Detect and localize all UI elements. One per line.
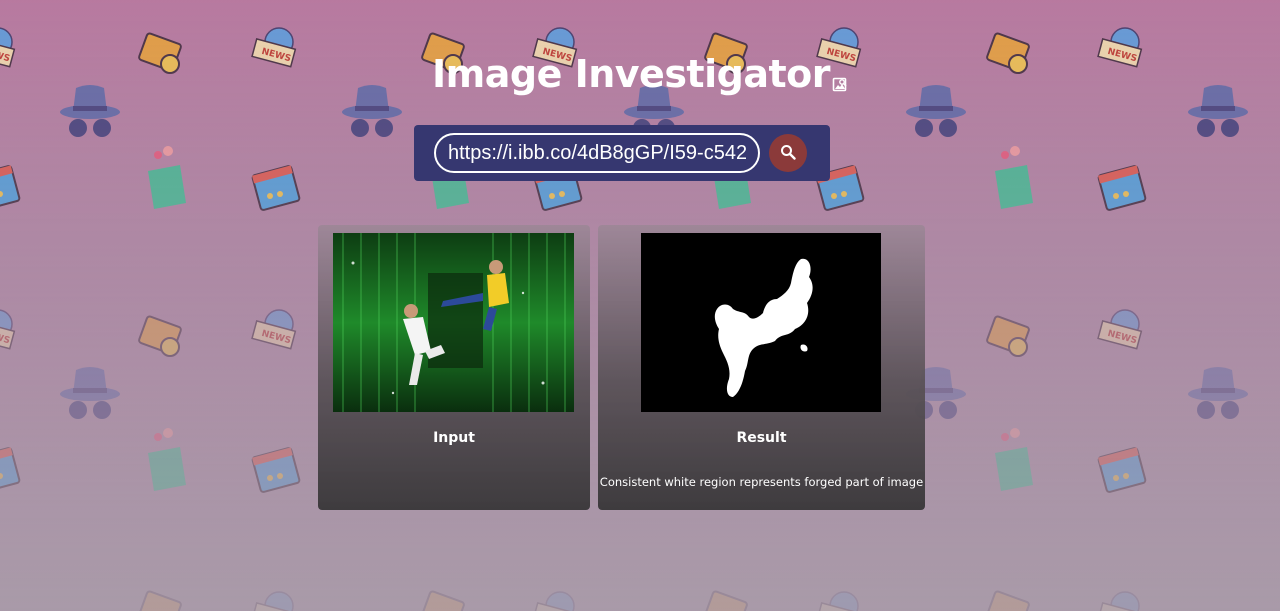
search-bar [414,125,830,181]
input-card-label: Input [433,430,475,446]
forgery-mask-image [641,233,881,412]
image-search-icon [832,58,848,102]
result-card-label: Result [736,430,787,446]
image-url-input[interactable] [434,133,760,173]
result-description: Consistent white region represents forge… [599,475,924,489]
input-card: Input [318,225,590,510]
search-icon [780,144,796,163]
input-image [333,233,574,412]
page-title-text: Image Investigator [432,52,830,96]
page-title: Image Investigator [0,52,1280,102]
result-card: Result Consistent white region represent… [598,225,925,510]
search-button[interactable] [769,134,807,172]
